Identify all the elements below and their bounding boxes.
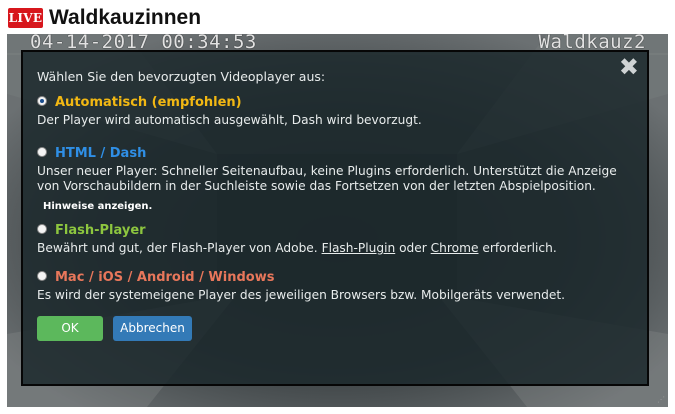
radio-automatic[interactable] <box>37 96 47 106</box>
option-html-dash[interactable]: HTML / Dash Unser neuer Player: Schnelle… <box>37 145 637 213</box>
live-badge: LIVE <box>8 8 43 28</box>
resize-grip-icon[interactable]: ⋰ <box>657 396 665 404</box>
option-title-html-dash[interactable]: HTML / Dash <box>55 145 146 163</box>
radio-flash[interactable] <box>37 224 47 234</box>
radio-html-dash[interactable] <box>37 147 47 157</box>
flash-desc-prefix: Bewährt und gut, der Flash-Player von Ad… <box>37 241 318 255</box>
dialog-intro: Wählen Sie den bevorzugten Videoplayer a… <box>37 69 326 84</box>
option-desc-automatic: Der Player wird automatisch ausgewählt, … <box>37 113 422 127</box>
flash-desc-middle: oder <box>399 241 427 255</box>
option-title-automatic[interactable]: Automatisch (empfohlen) <box>55 94 242 112</box>
ok-button[interactable]: OK <box>37 316 103 341</box>
option-flash[interactable]: Flash-Player Bewährt und gut, der Flash-… <box>37 222 637 256</box>
radio-native[interactable] <box>37 271 47 281</box>
chrome-link[interactable]: Chrome <box>431 241 479 255</box>
flash-plugin-link[interactable]: Flash-Plugin <box>322 241 396 255</box>
hint-link[interactable]: Hinweise anzeigen. <box>43 200 152 213</box>
option-automatic[interactable]: Automatisch (empfohlen) Der Player wird … <box>37 94 637 128</box>
cancel-button[interactable]: Abbrechen <box>113 316 192 341</box>
option-desc-flash: Bewährt und gut, der Flash-Player von Ad… <box>37 241 637 256</box>
option-title-flash[interactable]: Flash-Player <box>55 222 146 240</box>
option-title-native[interactable]: Mac / iOS / Android / Windows <box>55 269 274 287</box>
page-title: Waldkauzinnen <box>49 6 202 29</box>
option-desc-native: Es wird der systemeigene Player des jewe… <box>37 288 566 302</box>
page-header: LIVE Waldkauzinnen <box>0 0 675 34</box>
close-icon[interactable]: ✖ <box>619 55 639 79</box>
flash-desc-suffix: erforderlich. <box>482 241 557 255</box>
option-desc-html-dash: Unser neuer Player: Schneller Seitenaufb… <box>37 164 617 193</box>
player-selection-dialog: ✖ Wählen Sie den bevorzugten Videoplayer… <box>21 50 649 386</box>
option-native[interactable]: Mac / iOS / Android / Windows Es wird de… <box>37 269 637 303</box>
